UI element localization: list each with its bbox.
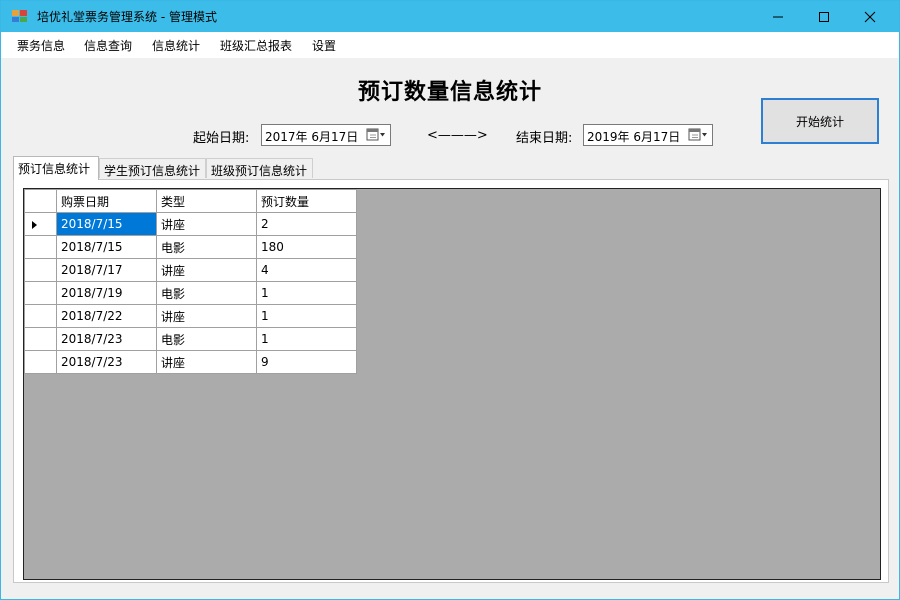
current-row-indicator-icon — [32, 220, 37, 229]
cell-type[interactable]: 电影 — [156, 327, 257, 351]
page-title: 预订数量信息统计 — [357, 80, 542, 105]
start-statistics-button[interactable]: 开始统计 — [761, 98, 879, 144]
menu-info-query[interactable]: 信息查询 — [84, 37, 132, 54]
cell-type[interactable]: 讲座 — [156, 212, 257, 236]
end-date-value: 2019年 6月17日 — [587, 130, 681, 144]
calendar-dropdown-icon — [366, 128, 385, 141]
cell-booking-count[interactable]: 2 — [256, 212, 357, 236]
cell-booking-count[interactable]: 9 — [256, 350, 357, 374]
row-header[interactable] — [24, 235, 57, 259]
column-header-type[interactable]: 类型 — [156, 189, 257, 213]
cell-type[interactable]: 讲座 — [156, 258, 257, 282]
cell-purchase-date[interactable]: 2018/7/15 — [56, 212, 157, 236]
table-row[interactable]: 2018/7/19 电影 1 — [24, 281, 357, 305]
column-header-purchase-date[interactable]: 购票日期 — [56, 189, 157, 213]
menu-ticket-info[interactable]: 票务信息 — [17, 37, 65, 54]
row-header[interactable] — [24, 212, 57, 236]
cell-purchase-date[interactable]: 2018/7/23 — [56, 327, 157, 351]
row-header[interactable] — [24, 281, 57, 305]
tab-class-booking-stats[interactable]: 班级预订信息统计 — [206, 158, 313, 178]
column-header-booking-count[interactable]: 预订数量 — [256, 189, 357, 213]
window-title: 培优礼堂票务管理系统 - 管理模式 — [37, 10, 217, 24]
date-range-arrow: <———> — [427, 128, 488, 143]
cell-purchase-date[interactable]: 2018/7/22 — [56, 304, 157, 328]
main-panel: 预订数量信息统计 起始日期: 2017年 6月17日 <———> 结束日期: 2… — [9, 58, 891, 595]
cell-purchase-date[interactable]: 2018/7/15 — [56, 235, 157, 259]
cell-type[interactable]: 电影 — [156, 281, 257, 305]
table-row[interactable]: 2018/7/15 电影 180 — [24, 235, 357, 259]
table-row[interactable]: 2018/7/17 讲座 4 — [24, 258, 357, 282]
cell-booking-count[interactable]: 180 — [256, 235, 357, 259]
table-header-row: 购票日期 类型 预订数量 — [24, 189, 357, 213]
cell-purchase-date[interactable]: 2018/7/23 — [56, 350, 157, 374]
row-header-corner[interactable] — [24, 189, 57, 213]
menu-settings[interactable]: 设置 — [312, 37, 336, 54]
row-header[interactable] — [24, 350, 57, 374]
start-date-label: 起始日期: — [193, 131, 250, 146]
end-date-picker[interactable]: 2019年 6月17日 — [583, 124, 713, 146]
cell-booking-count[interactable]: 1 — [256, 304, 357, 328]
start-date-value: 2017年 6月17日 — [265, 130, 359, 144]
table-row[interactable]: 2018/7/23 讲座 9 — [24, 350, 357, 374]
cell-booking-count[interactable]: 1 — [256, 281, 357, 305]
start-date-picker[interactable]: 2017年 6月17日 — [261, 124, 391, 146]
app-icon — [12, 10, 27, 22]
close-button[interactable] — [847, 1, 893, 32]
title-bar[interactable]: 培优礼堂票务管理系统 - 管理模式 — [1, 1, 899, 32]
table-row[interactable]: 2018/7/15 讲座 2 — [24, 212, 357, 236]
menu-bar: 票务信息 信息查询 信息统计 班级汇总报表 设置 — [1, 32, 899, 58]
data-grid[interactable]: 购票日期 类型 预订数量 2018/7/15 讲座 2 2018/7/15 电影… — [23, 188, 881, 580]
cell-type[interactable]: 讲座 — [156, 350, 257, 374]
maximize-button[interactable] — [801, 1, 847, 32]
tab-panel: 购票日期 类型 预订数量 2018/7/15 讲座 2 2018/7/15 电影… — [13, 179, 889, 583]
cell-purchase-date[interactable]: 2018/7/17 — [56, 258, 157, 282]
row-header[interactable] — [24, 258, 57, 282]
cell-purchase-date[interactable]: 2018/7/19 — [56, 281, 157, 305]
row-header[interactable] — [24, 304, 57, 328]
cell-booking-count[interactable]: 1 — [256, 327, 357, 351]
table-row[interactable]: 2018/7/22 讲座 1 — [24, 304, 357, 328]
cell-booking-count[interactable]: 4 — [256, 258, 357, 282]
table-row[interactable]: 2018/7/23 电影 1 — [24, 327, 357, 351]
maximize-icon — [819, 11, 829, 22]
tab-student-booking-stats[interactable]: 学生预订信息统计 — [99, 158, 206, 178]
cell-type[interactable]: 讲座 — [156, 304, 257, 328]
app-window: 培优礼堂票务管理系统 - 管理模式 票务信息 信息查询 信息统计 班级汇总报表 … — [0, 0, 900, 600]
row-header[interactable] — [24, 327, 57, 351]
cell-type[interactable]: 电影 — [156, 235, 257, 259]
calendar-dropdown-icon — [688, 128, 707, 141]
close-icon — [864, 11, 876, 22]
minimize-button[interactable] — [755, 1, 801, 32]
end-date-label: 结束日期: — [516, 131, 573, 146]
menu-info-stats[interactable]: 信息统计 — [152, 37, 200, 54]
minimize-icon — [773, 16, 783, 17]
stats-table: 购票日期 类型 预订数量 2018/7/15 讲座 2 2018/7/15 电影… — [24, 189, 357, 374]
tab-booking-stats[interactable]: 预订信息统计 — [13, 156, 99, 180]
menu-class-report[interactable]: 班级汇总报表 — [220, 37, 292, 54]
